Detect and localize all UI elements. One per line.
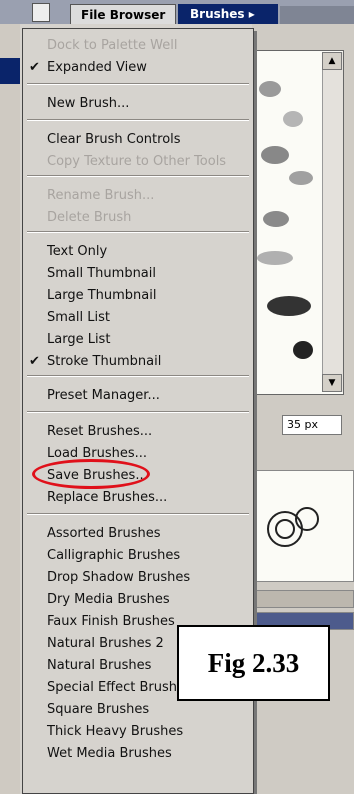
menu-item-label: Rename Brush... [47,188,155,203]
menu-item-calligraphic-brushes[interactable]: Calligraphic Brushes [23,545,253,567]
brush-thumbnail[interactable] [267,296,311,316]
brush-thumbnail[interactable] [257,251,293,265]
menu-separator [27,513,249,515]
menu-separator [27,411,249,413]
menu-item-small-thumbnail[interactable]: Small Thumbnail [23,263,253,285]
menu-item-wet-media-brushes[interactable]: Wet Media Brushes [23,743,253,765]
menu-item-reset-brushes[interactable]: Reset Brushes... [23,421,253,443]
menu-separator [27,375,249,377]
menu-separator [27,175,249,177]
swirl-stroke-icon [295,507,319,531]
menu-item-label: Preset Manager... [47,388,160,403]
menu-item-label: Expanded View [47,60,147,75]
scroll-up-arrow-icon[interactable]: ▲ [322,52,342,70]
app-window: File Browser Brushes ▸ ▲ ▼ 35 px Dock to… [0,0,354,794]
menu-item-thick-heavy-brushes[interactable]: Thick Heavy Brushes [23,721,253,743]
menu-separator [27,83,249,85]
menu-item-label: Square Brushes [47,702,150,717]
menu-item-preset-manager[interactable]: Preset Manager... [23,385,253,407]
menu-item-label: Calligraphic Brushes [47,548,181,563]
menu-item-rename-brush: Rename Brush... [23,185,253,207]
brush-thumbnail[interactable] [259,81,281,97]
menu-separator [27,119,249,121]
left-background-strip [0,24,20,794]
menu-item-large-thumbnail[interactable]: Large Thumbnail [23,285,253,307]
menu-separator [27,231,249,233]
menu-item-label: Delete Brush [47,210,132,225]
tab-file-browser[interactable]: File Browser [70,4,176,24]
brush-thumbnail[interactable] [283,111,303,127]
menu-item-label: Small Thumbnail [47,266,157,281]
menu-item-delete-brush: Delete Brush [23,207,253,229]
menu-item-stroke-thumbnail[interactable]: ✔ Stroke Thumbnail [23,351,253,373]
menu-item-drop-shadow-brushes[interactable]: Drop Shadow Brushes [23,567,253,589]
menu-item-dock-to-palette-well: Dock to Palette Well [23,35,253,57]
menu-item-text-only[interactable]: Text Only [23,241,253,263]
menu-item-label: Text Only [47,244,108,259]
palette-well-icon[interactable] [32,3,50,22]
menu-item-label: Copy Texture to Other Tools [47,154,227,169]
menu-item-label: Large Thumbnail [47,288,157,303]
menu-item-label: Natural Brushes [47,658,152,673]
menu-item-replace-brushes[interactable]: Replace Brushes... [23,487,253,509]
menu-item-expanded-view[interactable]: ✔ Expanded View [23,57,253,79]
menu-item-label: Small List [47,310,110,325]
menu-item-label: Replace Brushes... [47,490,168,505]
menu-item-label: Special Effect Brushes [47,680,192,695]
menu-item-assorted-brushes[interactable]: Assorted Brushes [23,523,253,545]
menu-item-label: Thick Heavy Brushes [47,724,184,739]
brush-thumbnail[interactable] [263,211,289,227]
palette-tab-bar: File Browser Brushes ▸ [0,0,354,24]
menu-item-label: Faux Finish Brushes [47,614,175,629]
menu-item-small-list[interactable]: Small List [23,307,253,329]
menu-item-label: Large List [47,332,111,347]
menu-item-label: Stroke Thumbnail [47,354,162,369]
check-icon: ✔ [29,60,40,75]
menu-item-new-brush[interactable]: New Brush... [23,93,253,115]
menu-item-label: Clear Brush Controls [47,132,181,147]
brush-thumbnail[interactable] [261,146,289,164]
highlight-oval [32,459,150,489]
menu-item-label: Drop Shadow Brushes [47,570,191,585]
brush-size-field[interactable]: 35 px [282,415,342,435]
tab-bar-filler [280,6,354,24]
menu-item-label: Assorted Brushes [47,526,161,541]
menu-item-label: New Brush... [47,96,130,111]
left-selected-strip [0,58,20,84]
scroll-down-arrow-icon[interactable]: ▼ [322,374,342,392]
menu-item-clear-brush-controls[interactable]: Clear Brush Controls [23,129,253,151]
thumbnails-scrollbar[interactable] [322,52,343,392]
menu-item-square-brushes[interactable]: Square Brushes [23,699,253,721]
menu-item-label: Dry Media Brushes [47,592,170,607]
menu-item-label: Wet Media Brushes [47,746,172,761]
palette-bottom-bar [252,590,354,608]
brush-thumbnail[interactable] [293,341,313,359]
menu-item-dry-media-brushes[interactable]: Dry Media Brushes [23,589,253,611]
menu-item-label: Dock to Palette Well [47,38,178,53]
brush-thumbnail[interactable] [289,171,313,185]
menu-item-copy-texture-to-other-tools: Copy Texture to Other Tools [23,151,253,173]
figure-caption-box: Fig 2.33 [177,625,330,701]
menu-item-large-list[interactable]: Large List [23,329,253,351]
tab-brushes[interactable]: Brushes ▸ [178,4,278,24]
stroke-preview-pane [252,470,354,582]
check-icon: ✔ [29,354,40,369]
menu-item-label: Reset Brushes... [47,424,153,439]
figure-caption: Fig 2.33 [207,648,300,678]
menu-item-label: Natural Brushes 2 [47,636,164,651]
swirl-stroke-icon [275,519,295,539]
